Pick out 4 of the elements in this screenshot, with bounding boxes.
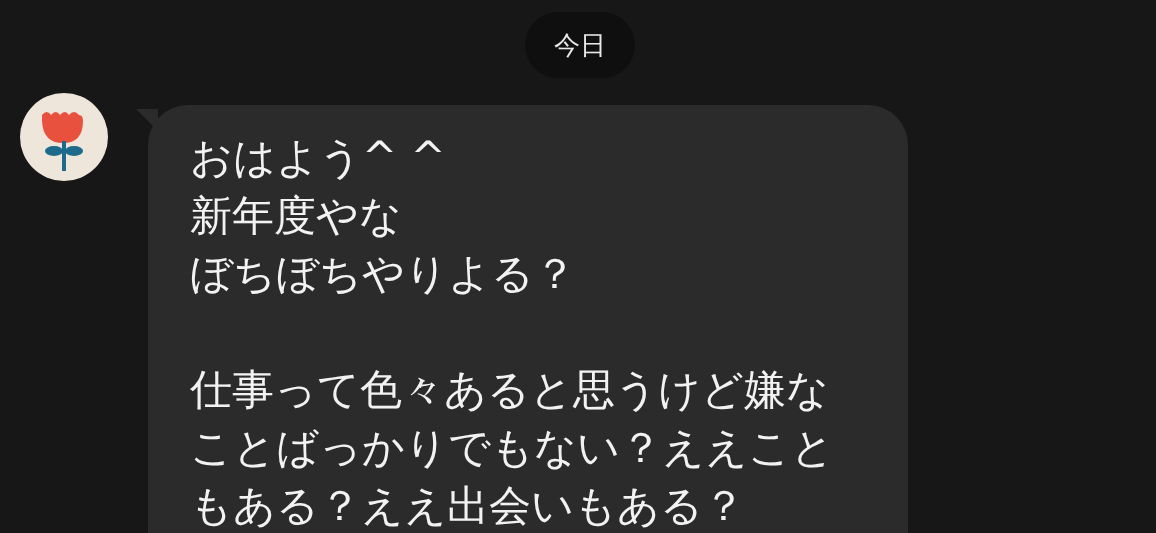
message-text: おはよう^ ^ 新年度やな ぼちぼちやりよる？: [190, 132, 577, 300]
flower-avatar-icon[interactable]: [20, 93, 108, 181]
message-text: 仕事って色々あると思うけど嫌な ことばっかりでもない？ええこと もある？ええ出会いもある？: [190, 364, 835, 532]
date-separator: 今日: [525, 12, 635, 78]
